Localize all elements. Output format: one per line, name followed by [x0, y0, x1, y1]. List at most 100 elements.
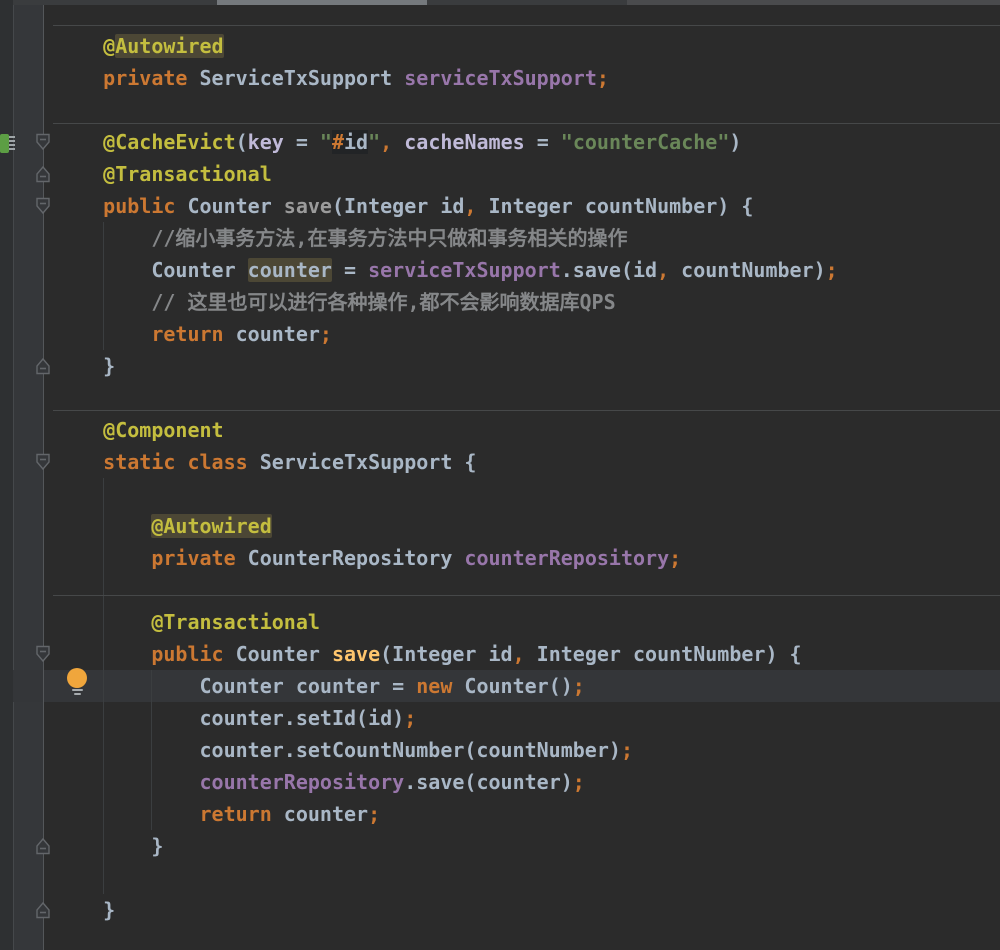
code-line[interactable]: //缩小事务方法,在事务方法中只做和事务相关的操作: [55, 222, 627, 254]
code-line[interactable]: return counter;: [55, 318, 332, 350]
code-token: @Component: [103, 418, 224, 442]
code-line[interactable]: public Counter save(Integer id, Integer …: [55, 190, 753, 222]
code-token: cacheNames: [404, 130, 525, 154]
code-line[interactable]: // 这里也可以进行各种操作,都不会影响数据库QPS: [55, 286, 615, 318]
code-token: @Transactional: [103, 162, 272, 186]
code-line[interactable]: private CounterRepository counterReposit…: [55, 542, 681, 574]
code-token: @: [103, 34, 116, 58]
fold-down-icon[interactable]: [35, 645, 51, 663]
code-line[interactable]: private ServiceTxSupport serviceTxSuppor…: [55, 62, 609, 94]
code-token: ;: [620, 738, 633, 762]
code-token: counter: [223, 322, 320, 346]
code-token: =: [524, 130, 561, 154]
code-line[interactable]: }: [55, 350, 115, 382]
code-token: //缩小事务方法,在事务方法中只做和事务相关的操作: [151, 226, 628, 250]
code-line[interactable]: public Counter save(Integer id, Integer …: [55, 638, 802, 670]
horizontal-scrollbar-track[interactable]: [13, 0, 1000, 5]
intention-lightbulb-icon[interactable]: [66, 668, 88, 696]
code-line[interactable]: Counter counter = new Counter();: [55, 670, 584, 702]
horizontal-scrollbar-thumb[interactable]: [217, 0, 427, 5]
code-token: Counter: [55, 258, 248, 282]
fold-up-icon[interactable]: [35, 165, 51, 183]
code-line[interactable]: }: [55, 830, 163, 862]
code-line[interactable]: static class ServiceTxSupport {: [55, 446, 476, 478]
code-token: ,: [512, 642, 525, 666]
code-token: save: [331, 642, 381, 666]
code-token: CounterRepository: [235, 546, 465, 570]
code-line[interactable]: counter.setId(id);: [55, 702, 416, 734]
code-line[interactable]: Counter counter = serviceTxSupport.save(…: [55, 254, 838, 286]
code-token: Counter: [223, 642, 332, 666]
code-line[interactable]: }: [55, 894, 115, 926]
code-token: private: [151, 546, 236, 570]
lightbulb-base: [72, 689, 83, 691]
lightbulb-glass: [67, 668, 87, 688]
code-line[interactable]: return counter;: [55, 798, 381, 830]
code-token: ServiceTxSupport: [187, 66, 405, 90]
code-line[interactable]: counterRepository.save(counter);: [55, 766, 585, 798]
code-token: counterRepository: [464, 546, 670, 570]
code-token: private: [103, 66, 188, 90]
code-token: key: [247, 130, 284, 154]
code-line[interactable]: @Transactional: [55, 158, 272, 190]
vcs-green-block: [0, 134, 9, 153]
vcs-line-bar: [9, 136, 15, 138]
code-line[interactable]: @Autowired: [55, 30, 224, 62]
code-token: =: [331, 258, 369, 282]
vcs-change-marker-icon[interactable]: [0, 134, 16, 153]
code-token: }: [55, 834, 164, 858]
fold-up-icon[interactable]: [35, 901, 51, 919]
code-token: ,: [657, 258, 670, 282]
fold-down-icon[interactable]: [35, 453, 51, 471]
code-token: (Integer id: [331, 194, 465, 218]
code-line[interactable]: @Transactional: [55, 606, 320, 638]
code-token: }: [55, 898, 116, 922]
code-token: @CacheEvict: [103, 130, 236, 154]
code-token: (Integer id: [380, 642, 513, 666]
code-token: Integer countNumber) {: [524, 642, 802, 666]
code-token: new: [416, 674, 453, 698]
code-token: return: [199, 802, 272, 826]
code-token: @Transactional: [151, 610, 320, 634]
fold-down-icon[interactable]: [35, 133, 51, 151]
vcs-line-bar: [9, 144, 15, 146]
code-line[interactable]: counter.setCountNumber(countNumber);: [55, 734, 633, 766]
code-token: @Autowired: [151, 514, 272, 538]
code-token: Autowired: [115, 34, 224, 58]
editor-code-area[interactable]: @Autowired private ServiceTxSupport serv…: [0, 0, 1000, 950]
code-line[interactable]: @CacheEvict(key = "#id", cacheNames = "c…: [55, 126, 741, 158]
code-token: counter.setId(id): [55, 706, 405, 730]
code-line[interactable]: @Component: [55, 414, 224, 446]
vcs-line-bar: [9, 140, 15, 142]
code-token: countNumber): [669, 258, 826, 282]
code-token: serviceTxSupport: [404, 66, 597, 90]
fold-up-icon[interactable]: [35, 357, 51, 375]
fold-down-icon[interactable]: [35, 197, 51, 215]
code-token: ": [319, 130, 332, 154]
code-token: .save(id: [560, 258, 658, 282]
code-token: ;: [825, 258, 838, 282]
code-token: return: [151, 322, 224, 346]
lightbulb-base: [74, 693, 81, 695]
code-line[interactable]: @Autowired: [55, 510, 272, 542]
fold-up-icon[interactable]: [35, 837, 51, 855]
code-token: public: [103, 194, 176, 218]
code-token: ;: [572, 770, 585, 794]
code-token: counter.setCountNumber(countNumber): [55, 738, 621, 762]
code-token: id: [344, 130, 369, 154]
code-token: (: [235, 130, 248, 154]
code-token: #: [331, 130, 345, 154]
